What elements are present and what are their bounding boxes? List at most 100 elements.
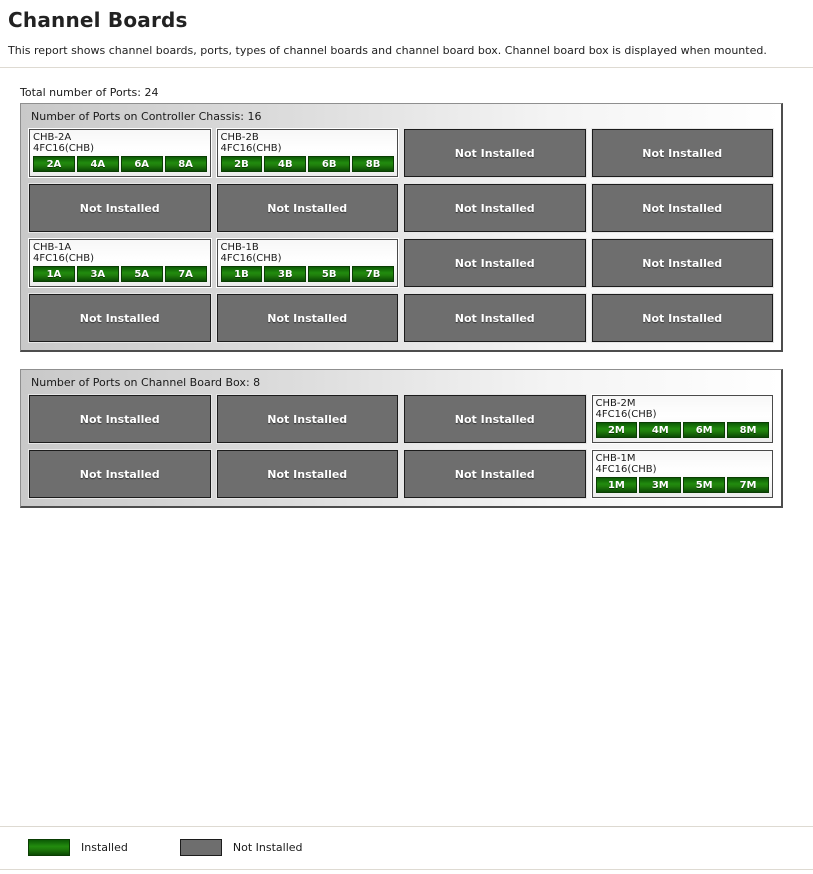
empty-slot-card[interactable]: Not Installed bbox=[215, 394, 399, 444]
legend-container: Installed Not Installed bbox=[0, 826, 813, 870]
empty-slot-card[interactable]: Not Installed bbox=[215, 449, 399, 499]
legend-swatch-green bbox=[28, 839, 70, 856]
panel-title: Number of Ports on Channel Board Box: 8 bbox=[31, 376, 261, 389]
empty-slot-card[interactable]: Not Installed bbox=[403, 128, 587, 178]
port-chip[interactable]: 8M bbox=[727, 422, 769, 438]
empty-slot-card[interactable]: Not Installed bbox=[590, 128, 774, 178]
panels-container: Number of Ports on Controller Chassis: 1… bbox=[0, 103, 813, 508]
empty-slot-label: Not Installed bbox=[79, 467, 160, 481]
port-chip[interactable]: 6A bbox=[120, 156, 163, 172]
panel: Number of Ports on Channel Board Box: 8 N… bbox=[20, 369, 783, 508]
legend-item: Installed bbox=[28, 839, 128, 856]
empty-slot-card[interactable]: Not Installed bbox=[403, 394, 587, 444]
empty-slot-card[interactable]: Not Installed bbox=[590, 293, 774, 343]
panel-inner: Number of Ports on Channel Board Box: 8 N… bbox=[21, 370, 781, 506]
total-ports-label: Total number of Ports: 24 bbox=[20, 86, 159, 99]
empty-slot-label: Not Installed bbox=[642, 201, 723, 215]
legend-divider-bottom bbox=[0, 869, 813, 870]
channel-board-type: 4FC16(CHB) bbox=[33, 253, 94, 264]
channel-board-card[interactable]: CHB-1B 4FC16(CHB) 1B 3B 5B 7B bbox=[215, 238, 399, 288]
port-chip[interactable]: 1A bbox=[33, 266, 75, 282]
empty-slot-card[interactable]: Not Installed bbox=[403, 293, 587, 343]
port-chip[interactable]: 4M bbox=[639, 422, 682, 438]
empty-slot-label: Not Installed bbox=[267, 311, 348, 325]
empty-slot-label: Not Installed bbox=[642, 256, 723, 270]
legend-swatch-grey bbox=[179, 839, 222, 856]
empty-slot-card[interactable]: Not Installed bbox=[28, 394, 212, 444]
port-chip[interactable]: 1M bbox=[595, 477, 638, 493]
channel-board-card[interactable]: CHB-2M 4FC16(CHB) 2M 4M 6M 8M bbox=[590, 394, 774, 444]
empty-slot-card[interactable]: Not Installed bbox=[590, 238, 774, 288]
header-divider bbox=[0, 67, 813, 68]
empty-slot-card[interactable]: Not Installed bbox=[28, 293, 212, 343]
channel-board-type: 4FC16(CHB) bbox=[220, 253, 282, 264]
port-row: 1A 3A 5A 7A bbox=[33, 266, 207, 282]
channel-board-card[interactable]: CHB-1M 4FC16(CHB) 1M 3M 5M 7M bbox=[590, 449, 774, 499]
port-chip[interactable]: 4B bbox=[264, 156, 307, 172]
legend: Installed Not Installed bbox=[0, 827, 813, 856]
slot-grid: CHB-2A 4FC16(CHB) 2A 4A 6A 8A CHB-2B 4FC16(CHB)… bbox=[21, 128, 781, 344]
port-chip[interactable]: 3B bbox=[264, 266, 307, 282]
empty-slot-card[interactable]: Not Installed bbox=[28, 183, 212, 233]
channel-board-type: 4FC16(CHB) bbox=[220, 143, 282, 154]
port-chip[interactable]: 2A bbox=[33, 156, 75, 172]
port-row: 1B 3B 5B 7B bbox=[220, 266, 394, 282]
empty-slot-card[interactable]: Not Installed bbox=[403, 183, 587, 233]
legend-label: Installed bbox=[81, 841, 128, 854]
port-chip[interactable]: 6M bbox=[683, 422, 726, 438]
page-title: Channel Boards bbox=[8, 8, 188, 32]
empty-slot-label: Not Installed bbox=[267, 412, 348, 426]
port-chip[interactable]: 2M bbox=[595, 422, 638, 438]
port-chip[interactable]: 2B bbox=[220, 156, 263, 172]
port-chip[interactable]: 8A bbox=[164, 156, 207, 172]
empty-slot-card[interactable]: Not Installed bbox=[215, 293, 399, 343]
port-chip[interactable]: 5A bbox=[120, 266, 163, 282]
empty-slot-label: Not Installed bbox=[79, 311, 160, 325]
port-row: 1M 3M 5M 7M bbox=[595, 477, 769, 493]
empty-slot-label: Not Installed bbox=[79, 412, 160, 426]
port-chip[interactable]: 8B bbox=[352, 156, 394, 172]
panel-title: Number of Ports on Controller Chassis: 1… bbox=[31, 110, 262, 123]
channel-board-name: CHB-1M bbox=[595, 453, 636, 464]
empty-slot-label: Not Installed bbox=[267, 201, 348, 215]
port-chip[interactable]: 6B bbox=[308, 156, 351, 172]
channel-board-type: 4FC16(CHB) bbox=[595, 464, 657, 475]
page-header: Channel Boards This report shows channel… bbox=[0, 0, 813, 58]
empty-slot-label: Not Installed bbox=[454, 467, 535, 481]
empty-slot-label: Not Installed bbox=[454, 146, 535, 160]
empty-slot-card[interactable]: Not Installed bbox=[403, 238, 587, 288]
port-chip[interactable]: 3M bbox=[639, 477, 682, 493]
empty-slot-card[interactable]: Not Installed bbox=[590, 183, 774, 233]
empty-slot-card[interactable]: Not Installed bbox=[28, 449, 212, 499]
channel-board-card[interactable]: CHB-1A 4FC16(CHB) 1A 3A 5A 7A bbox=[28, 238, 212, 288]
legend-item: Not Installed bbox=[179, 839, 303, 856]
empty-slot-card[interactable]: Not Installed bbox=[215, 183, 399, 233]
empty-slot-label: Not Installed bbox=[642, 146, 723, 160]
empty-slot-label: Not Installed bbox=[642, 311, 723, 325]
channel-board-type: 4FC16(CHB) bbox=[595, 409, 657, 420]
channel-board-card[interactable]: CHB-2B 4FC16(CHB) 2B 4B 6B 8B bbox=[215, 128, 399, 178]
port-chip[interactable]: 7A bbox=[164, 266, 207, 282]
port-chip[interactable]: 5M bbox=[683, 477, 726, 493]
channel-board-name: CHB-1B bbox=[220, 242, 259, 253]
slot-grid: Not Installed Not Installed Not Installed C… bbox=[21, 394, 781, 500]
port-row: 2B 4B 6B 8B bbox=[220, 156, 394, 172]
port-chip[interactable]: 7M bbox=[727, 477, 769, 493]
empty-slot-label: Not Installed bbox=[454, 201, 535, 215]
port-chip[interactable]: 1B bbox=[220, 266, 263, 282]
page-description: This report shows channel boards, ports,… bbox=[8, 44, 767, 57]
channel-board-name: CHB-2A bbox=[33, 132, 72, 143]
panel: Number of Ports on Controller Chassis: 1… bbox=[20, 103, 783, 352]
empty-slot-label: Not Installed bbox=[454, 311, 535, 325]
channel-board-type: 4FC16(CHB) bbox=[33, 143, 94, 154]
port-chip[interactable]: 7B bbox=[352, 266, 394, 282]
port-row: 2M 4M 6M 8M bbox=[595, 422, 769, 438]
empty-slot-label: Not Installed bbox=[454, 412, 535, 426]
port-chip[interactable]: 3A bbox=[76, 266, 119, 282]
port-chip[interactable]: 5B bbox=[308, 266, 351, 282]
empty-slot-card[interactable]: Not Installed bbox=[403, 449, 587, 499]
channel-board-card[interactable]: CHB-2A 4FC16(CHB) 2A 4A 6A 8A bbox=[28, 128, 212, 178]
empty-slot-label: Not Installed bbox=[267, 467, 348, 481]
port-chip[interactable]: 4A bbox=[76, 156, 119, 172]
channel-board-name: CHB-2M bbox=[595, 398, 636, 409]
